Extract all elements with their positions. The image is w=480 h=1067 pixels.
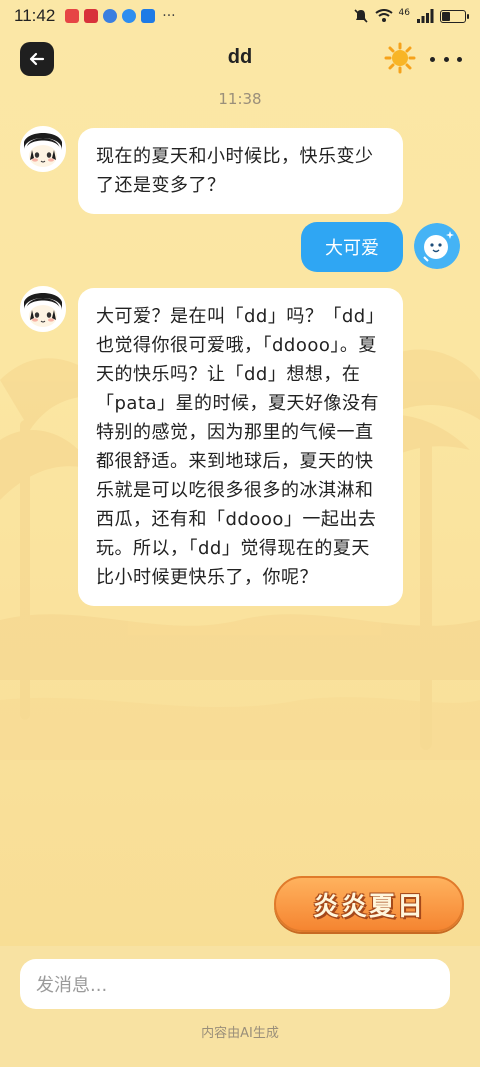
ai-generated-notice: 内容由AI生成 [201,1026,279,1041]
wifi-icon [374,9,393,22]
message-timestamp: 11:38 [218,90,262,108]
user-message-bubble[interactable]: 大可爱 [301,222,403,272]
message-input-placeholder: 发消息... [36,975,108,996]
bot-avatar[interactable] [20,286,66,332]
bot-message-bubble[interactable]: 大可爱？是在叫「dd」吗？「dd」也觉得你很可爱哦，「ddooo」。夏天的快乐吗… [78,288,403,606]
app-notification-icon [65,9,80,23]
app-notification-icon [141,9,156,23]
status-time: 11:42 [14,6,56,25]
more-options-button[interactable] [430,44,462,74]
chat-header: dd [0,36,480,82]
message-text: 现在的夏天和小时候比，快乐变少了还是变多了？ [96,146,374,196]
app-notification-icon [122,9,137,23]
user-avatar[interactable] [414,223,460,269]
network-type-label: 46 [398,8,410,18]
signal-icon [417,9,434,23]
bot-message-bubble[interactable]: 现在的夏天和小时候比，快乐变少了还是变多了？ [78,128,403,214]
battery-level [442,11,450,21]
app-notification-icon [84,9,99,23]
app-notification-icon [103,9,118,23]
battery-icon [440,9,469,23]
message-text: 大可爱 [325,238,379,259]
theme-button[interactable] [384,42,416,74]
mute-icon [353,9,368,23]
more-dots-icon [430,56,435,62]
sun-icon [384,42,416,74]
bot-avatar[interactable] [20,126,66,172]
message-text: 大可爱？是在叫「dd」吗？「dd」也觉得你很可爱哦，「ddooo」。夏天的快乐吗… [96,306,385,588]
character-face-icon [22,288,64,330]
summer-event-badge[interactable]: 炎炎夏日 [274,876,464,932]
status-bar: 11:42 ··· 46 [0,0,480,32]
more-notifications-icon: ··· [162,8,176,24]
message-input[interactable]: 发消息... [20,959,450,1009]
badge-label: 炎炎夏日 [312,891,425,922]
composer-area: 发消息... 内容由AI生成 [0,946,480,1067]
user-avatar-icon [414,223,460,269]
character-face-icon [22,128,64,170]
